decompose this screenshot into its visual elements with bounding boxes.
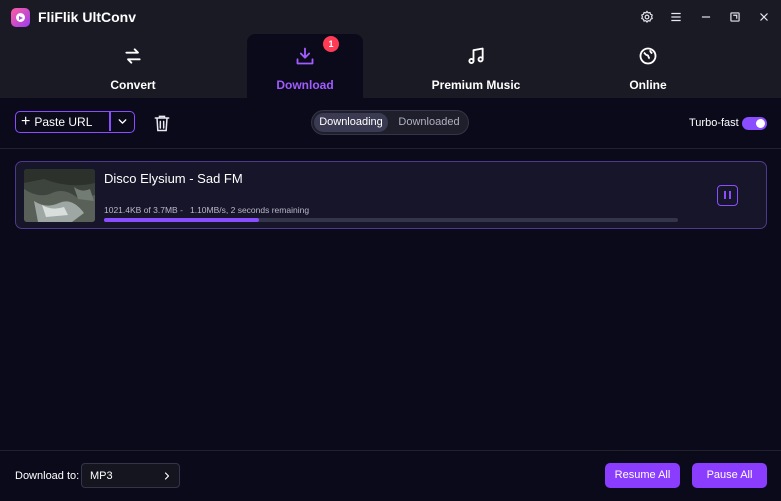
segment-downloading[interactable]: Downloading [314, 113, 388, 132]
plus-icon: + [21, 112, 31, 130]
arrows-swap-icon [125, 48, 141, 64]
download-progress-bar [104, 218, 678, 222]
resume-all-button[interactable]: Resume All [605, 463, 680, 488]
output-format-value: MP3 [90, 470, 113, 482]
paste-url-dropdown[interactable] [111, 112, 134, 131]
tab-download-label: Download [276, 78, 334, 92]
close-icon[interactable] [755, 8, 773, 26]
output-format-select[interactable]: MP3 [81, 463, 180, 488]
maximize-icon[interactable] [726, 8, 744, 26]
download-status: 1021.4KB of 3.7MB - 1.10MB/s, 2 seconds … [104, 205, 310, 215]
globe-icon [639, 47, 657, 65]
chevron-down-icon [118, 119, 127, 124]
turbo-fast-toggle[interactable] [742, 117, 767, 130]
top-bar: FliFlik UltConv Convert 1 Download Premi… [0, 0, 781, 98]
download-item: Disco Elysium - Sad FM 1021.4KB of 3.7MB… [15, 161, 767, 229]
turbo-fast-label: Turbo-fast [689, 117, 739, 129]
paste-url-main[interactable]: + Paste URL [16, 112, 110, 131]
video-thumbnail [24, 169, 95, 222]
segment-downloaded[interactable]: Downloaded [392, 113, 466, 132]
trash-icon[interactable] [152, 113, 172, 133]
tab-convert[interactable]: Convert [75, 34, 191, 98]
tab-download[interactable]: 1 Download [247, 34, 363, 98]
app-title: FliFlik UltConv [38, 9, 136, 25]
tab-premium-music[interactable]: Premium Music [418, 34, 534, 98]
paste-url-button[interactable]: + Paste URL [15, 111, 135, 133]
tab-online-label: Online [629, 78, 667, 92]
download-icon [296, 47, 314, 65]
music-note-icon [468, 47, 484, 64]
chevron-right-icon [164, 472, 170, 480]
tab-convert-label: Convert [110, 78, 156, 92]
download-to-label: Download to: [15, 470, 80, 482]
menu-icon[interactable] [667, 8, 685, 26]
tab-premium-music-label: Premium Music [431, 78, 521, 92]
download-title: Disco Elysium - Sad FM [104, 171, 243, 186]
download-filter-segment: Downloading Downloaded [311, 110, 469, 135]
download-count-badge: 1 [323, 36, 339, 52]
title-bar: FliFlik UltConv [0, 0, 781, 34]
pause-all-button[interactable]: Pause All [692, 463, 767, 488]
tab-online[interactable]: Online [590, 34, 706, 98]
minimize-icon[interactable] [697, 8, 715, 26]
app-logo-icon [11, 8, 30, 27]
pause-download-icon[interactable] [717, 185, 738, 206]
download-progress-fill [104, 218, 259, 222]
paste-url-label: Paste URL [34, 114, 93, 129]
settings-gear-icon[interactable] [638, 8, 656, 26]
